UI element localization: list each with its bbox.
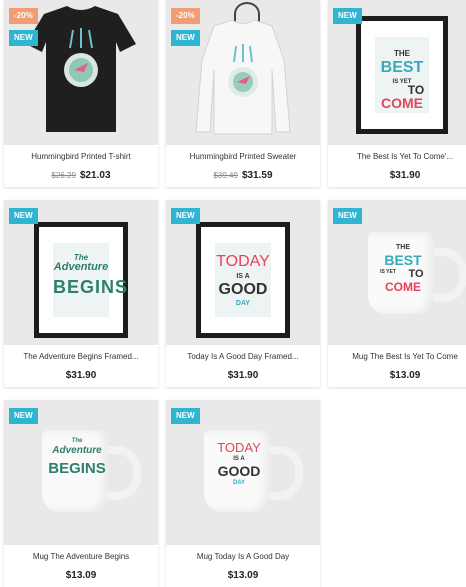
product-name[interactable]: Hummingbird Printed Sweater <box>166 151 320 162</box>
mug-handle <box>107 446 141 500</box>
current-price: $13.09 <box>65 570 97 581</box>
new-badge: NEW <box>333 8 362 24</box>
current-price: $21.03 <box>79 170 111 181</box>
product-card[interactable]: The Adventure BEGINS NEW The Adventure B… <box>4 200 158 387</box>
product-name[interactable]: Mug The Best Is Yet To Come <box>328 351 466 362</box>
product-name[interactable]: Mug Today Is A Good Day <box>166 551 320 562</box>
current-price: $13.09 <box>389 370 421 381</box>
discount-badge: -20% <box>171 8 200 24</box>
product-thumbnail[interactable]: The Adventure BEGINS NEW <box>4 200 158 345</box>
product-thumbnail[interactable]: -20% NEW <box>166 0 320 145</box>
mug-handle <box>269 446 303 500</box>
current-price: $31.90 <box>65 370 97 381</box>
regular-price: $26.29 <box>51 171 76 180</box>
mug-image: The Adventure BEGINS <box>42 430 112 512</box>
product-name[interactable]: Hummingbird Printed T-shirt <box>4 151 158 162</box>
new-badge: NEW <box>171 408 200 424</box>
current-price: $31.90 <box>389 170 421 181</box>
new-badge: NEW <box>9 30 38 46</box>
new-badge: NEW <box>171 208 200 224</box>
product-name[interactable]: Today Is A Good Day Framed... <box>166 351 320 362</box>
product-thumbnail[interactable]: THE BEST IS YET TO COME NEW <box>328 200 466 345</box>
mug-handle <box>433 248 466 302</box>
new-badge: NEW <box>333 208 362 224</box>
mug-image: THE BEST IS YET TO COME <box>368 232 438 314</box>
product-card[interactable]: TODAY IS A GOOD DAY NEW Today Is A Good … <box>166 200 320 387</box>
product-card[interactable]: The Adventure BEGINS NEW Mug The Adventu… <box>4 400 158 587</box>
new-badge: NEW <box>171 30 200 46</box>
current-price: $31.59 <box>241 170 273 181</box>
product-thumbnail[interactable]: -20% NEW <box>4 0 158 145</box>
framed-poster-image: The Adventure BEGINS <box>34 222 128 338</box>
discount-badge: -20% <box>9 8 38 24</box>
product-card[interactable]: -20% NEW Hummingbird Printed T-shirt $26… <box>4 0 158 187</box>
product-name[interactable]: Mug The Adventure Begins <box>4 551 158 562</box>
framed-poster-image: TODAY IS A GOOD DAY <box>196 222 290 338</box>
product-card[interactable]: THE BEST IS YET TO COME NEW Mug The Best… <box>328 200 466 387</box>
product-card[interactable]: TODAY IS A GOOD DAY NEW Mug Today Is A G… <box>166 400 320 587</box>
current-price: $13.09 <box>227 570 259 581</box>
framed-poster-image: THE BEST IS YET TO COME <box>356 16 448 134</box>
product-card[interactable]: -20% NEW Hummingbird Printed Sweater $39… <box>166 0 320 187</box>
product-thumbnail[interactable]: TODAY IS A GOOD DAY NEW <box>166 200 320 345</box>
new-badge: NEW <box>9 208 38 224</box>
regular-price: $39.49 <box>213 171 238 180</box>
mug-image: TODAY IS A GOOD DAY <box>204 430 274 512</box>
new-badge: NEW <box>9 408 38 424</box>
product-thumbnail[interactable]: The Adventure BEGINS NEW <box>4 400 158 545</box>
product-card[interactable]: THE BEST IS YET TO COME NEW The Best Is … <box>328 0 466 187</box>
product-name[interactable]: The Adventure Begins Framed... <box>4 351 158 362</box>
product-thumbnail[interactable]: TODAY IS A GOOD DAY NEW <box>166 400 320 545</box>
product-thumbnail[interactable]: THE BEST IS YET TO COME NEW <box>328 0 466 145</box>
product-name[interactable]: The Best Is Yet To Come'... <box>328 151 466 162</box>
current-price: $31.90 <box>227 370 259 381</box>
